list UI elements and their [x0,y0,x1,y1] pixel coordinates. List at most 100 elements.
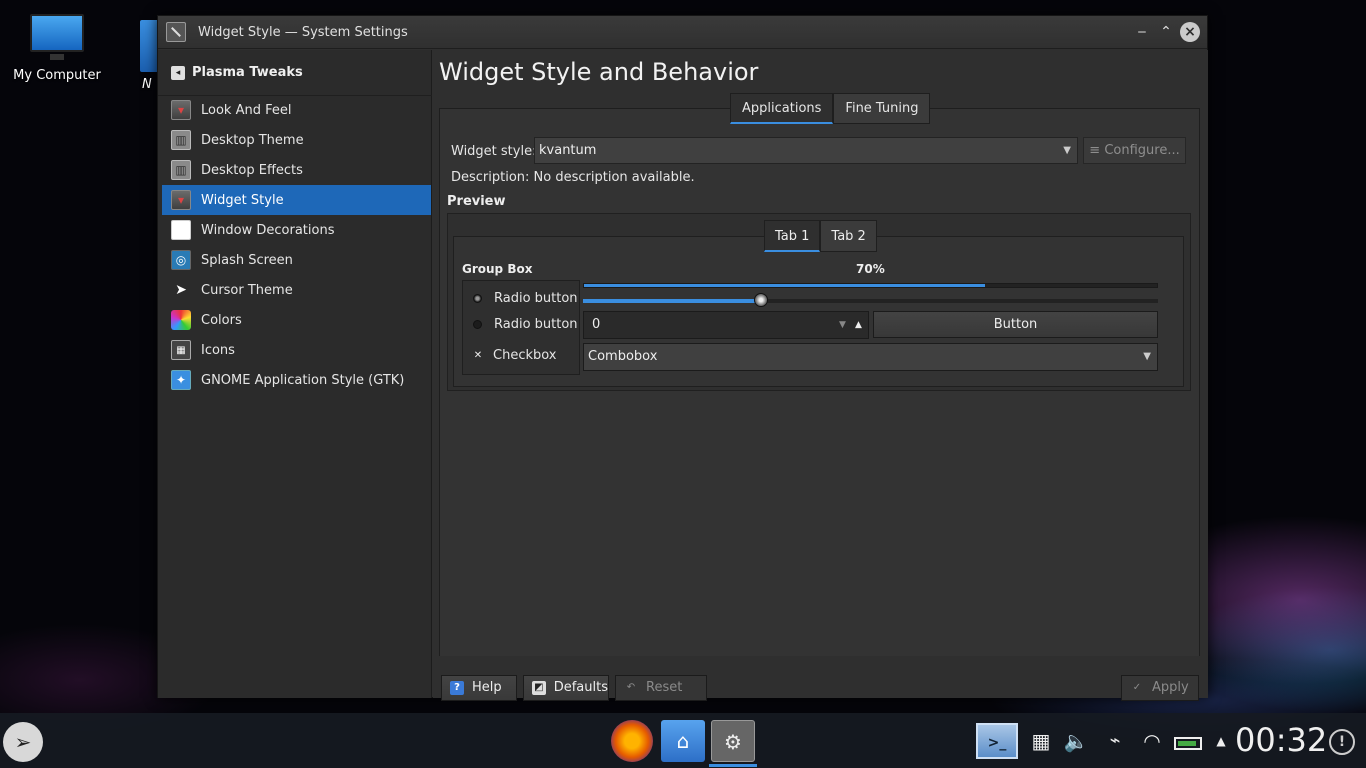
radio-button-2[interactable]: Radio button [473,317,578,332]
chevron-down-icon: ▼ [1063,145,1071,156]
help-icon: ? [450,681,464,695]
slider-track[interactable] [583,299,1158,303]
sidebar-item-desktop-effects[interactable]: ▥ Desktop Effects [162,155,431,185]
progress-fill [584,284,986,287]
preview-tab-1[interactable]: Tab 1 [764,220,821,252]
preview-combobox[interactable]: Combobox ▼ [583,343,1158,371]
widget-style-combobox[interactable]: kvantum ▼ [534,137,1078,164]
sidebar-item-label: Icons [201,342,235,358]
sidebar-item-icons[interactable]: ▦ Icons [162,335,431,365]
configure-button[interactable]: ≡ Configure... [1083,137,1186,164]
close-button[interactable]: × [1180,22,1200,42]
preview-button[interactable]: Button [873,311,1158,338]
computer-icon [28,14,86,62]
sidebar-header[interactable]: ◂ Plasma Tweaks [158,50,432,96]
sidebar-item-label: Desktop Effects [201,162,303,178]
sidebar-item-widget-style[interactable]: ▾ Widget Style [162,185,431,215]
group-box: Radio button Radio button ✕ Checkbox [462,280,580,375]
battery-level [1178,741,1196,746]
spinbox[interactable]: 0 ▼ ▲ [583,311,869,339]
home-folder-icon[interactable]: ⌂ [661,720,705,762]
splash-screen-icon: ◎ [171,250,191,270]
tab-applications[interactable]: Applications [730,93,834,124]
apply-button[interactable]: ✓ Apply [1121,675,1199,701]
check-mark-icon: ✕ [473,349,483,361]
reset-button[interactable]: ↶ Reset [615,675,707,701]
cursor-icon: ➤ [175,282,187,298]
taskbar: ➢ ⌂ ⚙ >_ ▦ 🔈 ⌁ ◠ ▲ 00:32 ! [0,713,1366,768]
configure-label: Configure... [1104,143,1180,158]
sidebar-item-colors[interactable]: Colors [162,305,431,335]
maximize-button[interactable]: ⌃ [1156,22,1176,42]
clock[interactable]: 00:32 [1235,721,1327,759]
configure-icon: ≡ [1089,143,1101,158]
sidebar-item-splash-screen[interactable]: ◎ Splash Screen [162,245,431,275]
system-settings-icon[interactable]: ⚙ [711,720,755,762]
sidebar: ◂ Plasma Tweaks ▾ Look And Feel ▥ Deskto… [158,50,432,698]
checkbox-label: Checkbox [493,348,557,363]
defaults-icon: ◩ [532,681,546,695]
battery-icon[interactable] [1174,737,1202,750]
radio-label: Radio button [494,291,578,306]
chevron-down-icon: ▼ [1143,351,1151,362]
notifications-icon[interactable]: ! [1329,729,1355,755]
preview-frame: Group Box Radio button Radio button ✕ Ch… [447,213,1191,391]
preview-tab-content: Group Box Radio button Radio button ✕ Ch… [453,236,1184,387]
window-title: Widget Style — System Settings [198,25,408,40]
sidebar-list: ▾ Look And Feel ▥ Desktop Theme ▥ Deskto… [162,95,431,395]
help-button[interactable]: ? Help [441,675,517,701]
system-settings-icon [166,22,186,42]
progress-label: 70% [856,262,885,276]
button-bar: ? Help ◩ Defaults ↶ Reset ✓ Apply [433,660,1208,701]
gtk-icon: ✦ [171,370,191,390]
checkbox[interactable]: ✕ Checkbox [473,348,557,363]
volume-icon[interactable]: 🔈 [1062,723,1090,759]
sidebar-item-desktop-theme[interactable]: ▥ Desktop Theme [162,125,431,155]
desktop-icon-label: My Computer [13,68,101,83]
preview-heading: Preview [447,194,506,209]
sidebar-item-label: Desktop Theme [201,132,304,148]
calculator-icon[interactable]: ▦ [1026,723,1056,759]
reset-icon: ↶ [626,682,636,693]
check-icon: ✓ [1132,682,1142,693]
minimize-button[interactable]: ‒ [1132,22,1152,42]
group-box-label: Group Box [462,262,533,276]
sidebar-item-label: Widget Style [201,192,284,208]
sidebar-item-window-decorations[interactable]: Window Decorations [162,215,431,245]
window-decorations-icon [171,220,191,240]
sidebar-item-label: Window Decorations [201,222,335,238]
defaults-button[interactable]: ◩ Defaults [523,675,609,701]
system-settings-window: Widget Style — System Settings ‒ ⌃ × ◂ P… [157,15,1208,701]
application-launcher-icon[interactable]: ➢ [3,722,43,762]
sidebar-item-label: Look And Feel [201,102,292,118]
desktop-theme-icon: ▥ [171,130,191,150]
desktop-icon-my-computer[interactable]: My Computer [12,14,102,83]
title-bar[interactable]: Widget Style — System Settings ‒ ⌃ × [158,16,1207,49]
terminal-icon[interactable]: >_ [976,723,1018,759]
slider-fill [583,299,762,303]
tray-expand-icon[interactable]: ▲ [1212,723,1230,759]
radio-indicator [473,320,482,329]
widget-style-icon: ▾ [171,190,191,210]
slider-handle[interactable] [754,293,769,307]
sidebar-item-gtk[interactable]: ✦ GNOME Application Style (GTK) [162,365,431,395]
progress-bar [583,283,1158,288]
style-description: Description: No description available. [451,170,695,185]
spin-up-icon[interactable]: ▲ [855,312,862,338]
firefox-icon[interactable] [611,720,653,762]
sidebar-item-look-and-feel[interactable]: ▾ Look And Feel [162,95,431,125]
sidebar-item-cursor-theme[interactable]: ➤ Cursor Theme [162,275,431,305]
usb-icon[interactable]: ⌁ [1104,723,1126,759]
spin-down-icon[interactable]: ▼ [839,312,846,338]
page-title: Widget Style and Behavior [439,58,759,86]
radio-button-1[interactable]: Radio button [473,291,578,306]
radio-label: Radio button [494,317,578,332]
main-panel: Widget Style and Behavior Widget style: … [433,50,1208,701]
look-and-feel-icon: ▾ [171,100,191,120]
combobox-value: Combobox [588,349,658,364]
preview-tab-2[interactable]: Tab 2 [820,220,877,252]
tab-content-applications: Widget style: kvantum ▼ ≡ Configure... D… [440,124,1199,656]
tab-fine-tuning[interactable]: Fine Tuning [833,93,931,124]
back-arrow-icon[interactable]: ◂ [171,66,185,80]
wifi-icon[interactable]: ◠ [1136,723,1168,759]
